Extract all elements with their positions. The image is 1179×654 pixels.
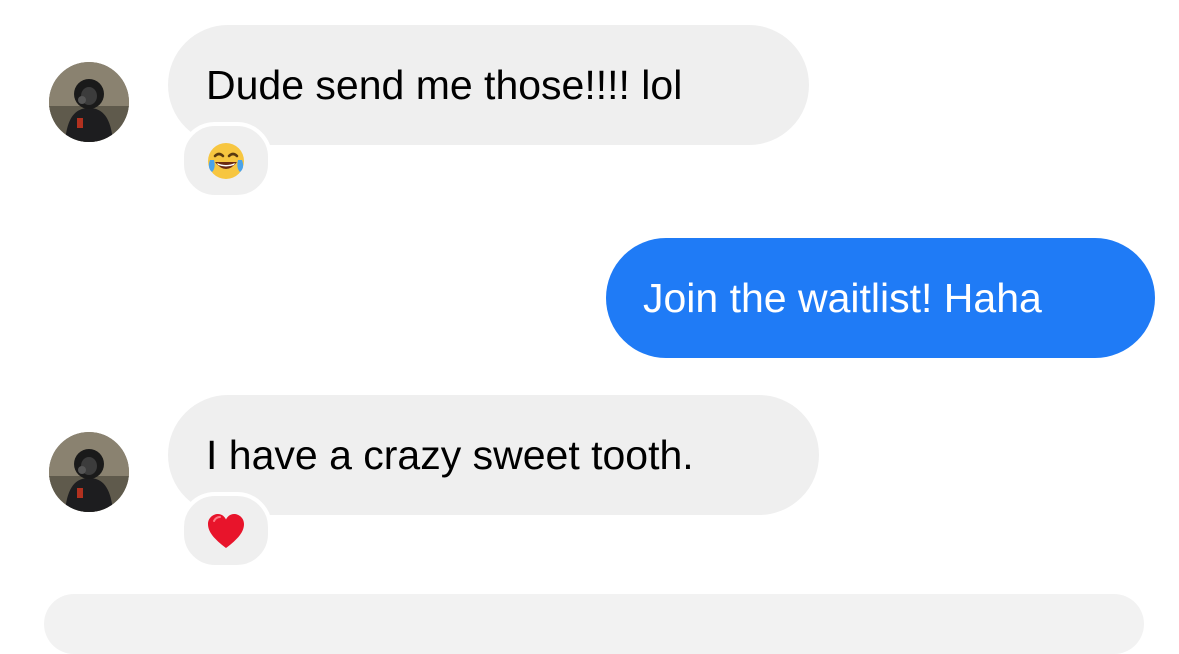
message-text: Dude send me those!!!! lol xyxy=(206,61,683,108)
face-with-tears-of-joy-emoji xyxy=(208,142,244,179)
outgoing-message-bubble[interactable]: Join the waitlist! Haha xyxy=(606,238,1155,358)
message-text: I have a crazy sweet tooth. xyxy=(206,431,694,478)
avatar-photo xyxy=(49,62,129,142)
incoming-message-bubble[interactable]: Dude send me those!!!! lol xyxy=(168,25,809,145)
reaction-badge[interactable] xyxy=(180,122,272,199)
message-input-bar[interactable] xyxy=(44,594,1144,654)
reaction-badge[interactable] xyxy=(180,492,272,569)
avatar[interactable] xyxy=(49,62,129,142)
red-heart-emoji xyxy=(208,513,244,548)
incoming-message-bubble[interactable]: I have a crazy sweet tooth. xyxy=(168,395,819,515)
avatar-photo xyxy=(49,432,129,512)
avatar[interactable] xyxy=(49,432,129,512)
message-text: Join the waitlist! Haha xyxy=(643,274,1042,321)
